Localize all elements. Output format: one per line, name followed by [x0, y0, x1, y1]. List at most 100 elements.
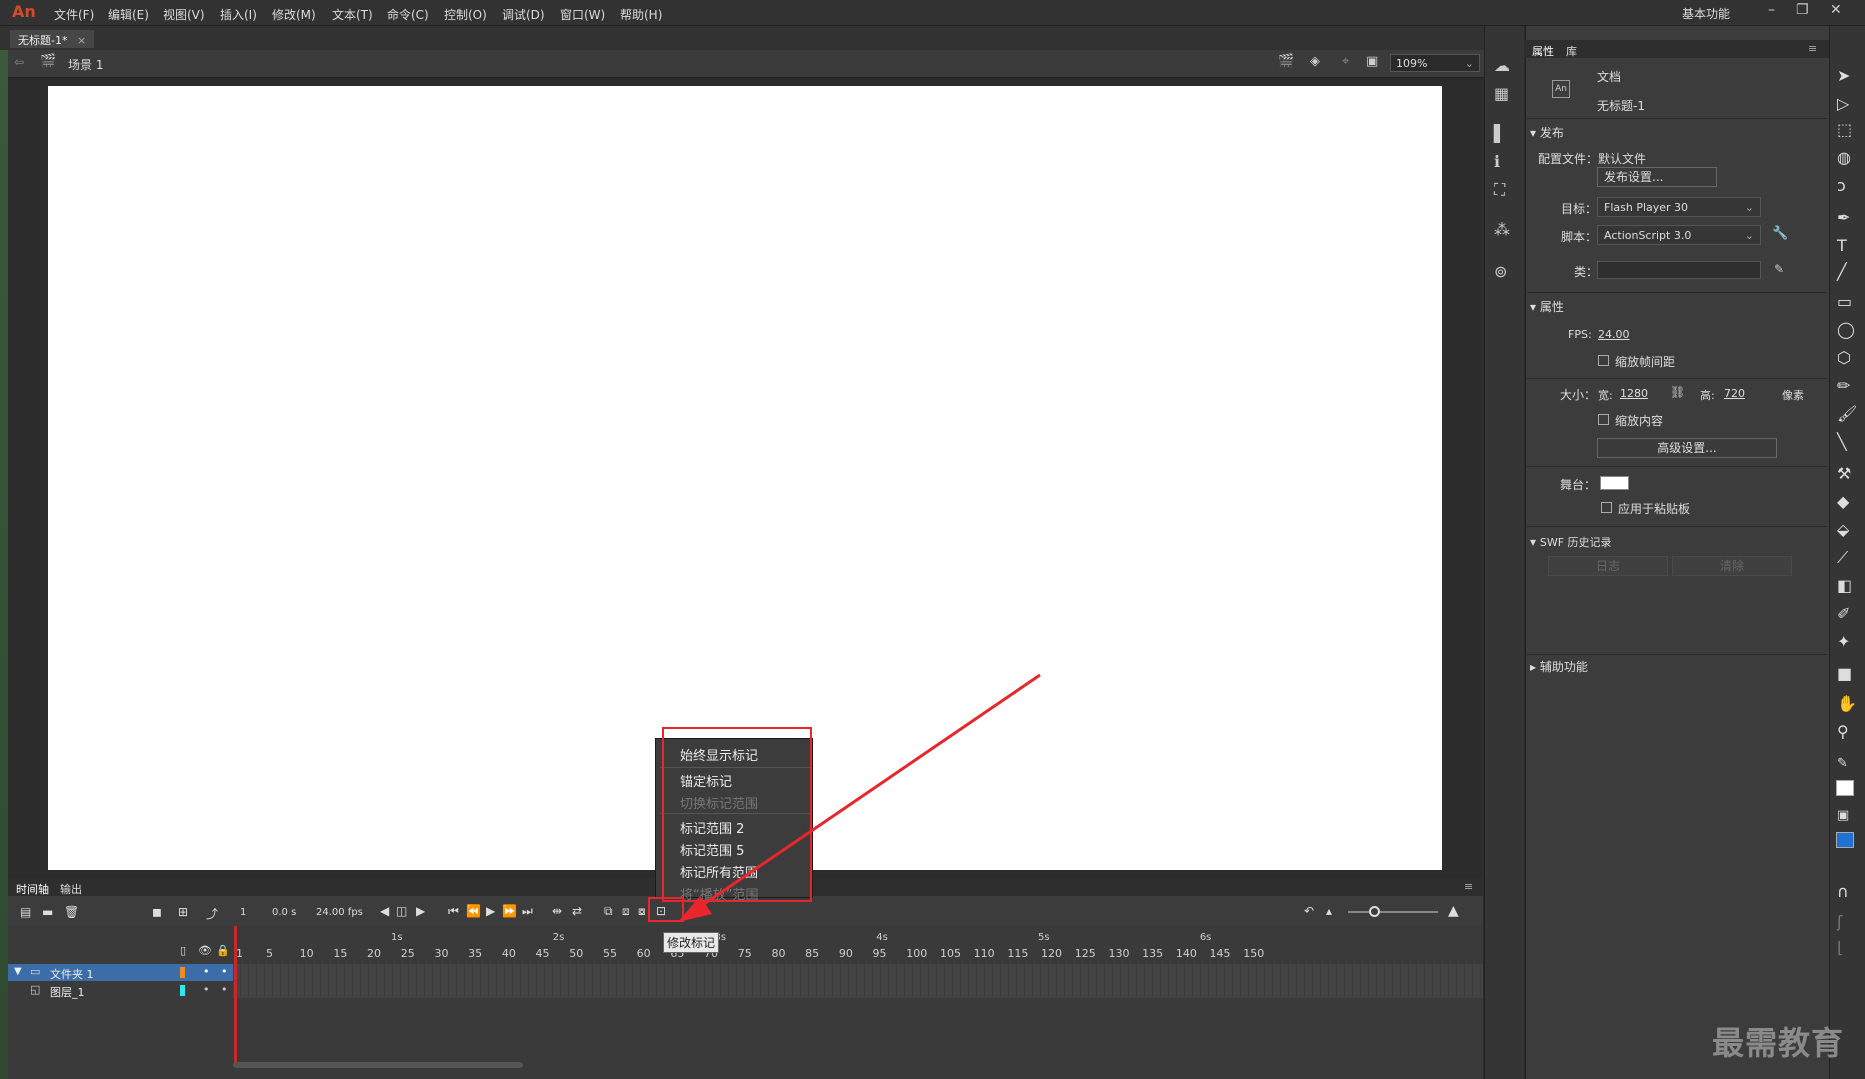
wrench-icon[interactable]: 🔧 — [1772, 226, 1788, 241]
snap-icon[interactable]: ⌖ — [1342, 54, 1349, 69]
close-window-icon[interactable]: ✕ — [1830, 2, 1842, 18]
height-value[interactable]: 720 — [1724, 387, 1745, 400]
last-frame-icon[interactable]: ⏭ — [522, 904, 533, 919]
layer-color-swatch[interactable] — [180, 985, 185, 996]
frame-grid[interactable] — [233, 964, 1483, 998]
free-transform-icon[interactable]: ⬚ — [1837, 120, 1852, 139]
menu-commands[interactable]: 命令(C) — [387, 6, 429, 23]
tab-output[interactable]: 输出 — [60, 881, 82, 897]
lock-column-icon[interactable]: 🔒 — [216, 944, 230, 957]
align-icon[interactable]: ▌ — [1494, 124, 1506, 143]
hand-tool-icon[interactable]: ✋ — [1837, 694, 1857, 713]
layer-color-swatch[interactable] — [180, 967, 185, 978]
menu-edit[interactable]: 编辑(E) — [108, 6, 149, 23]
cc-libraries-icon[interactable]: ⊚ — [1494, 262, 1507, 281]
class-input[interactable] — [1597, 261, 1761, 279]
paint-brush-icon[interactable]: ╲ — [1837, 432, 1847, 451]
tab-library[interactable]: 库 — [1566, 43, 1577, 59]
color-panel-icon[interactable]: ☁ — [1494, 56, 1510, 75]
step-back-icon[interactable]: ⏪ — [466, 904, 481, 918]
camera-tool-icon[interactable]: ■ — [1837, 664, 1852, 683]
outline-column-icon[interactable]: ▯ — [180, 944, 186, 957]
first-frame-icon[interactable]: ⏮ — [448, 904, 459, 919]
camera-icon[interactable]: ◼ — [152, 905, 162, 919]
next-keyframe-icon[interactable]: ▶ — [416, 904, 425, 918]
straighten-icon[interactable]: ⌊ — [1837, 938, 1843, 957]
prev-keyframe-icon[interactable]: ◀ — [380, 904, 389, 918]
text-tool-icon[interactable]: T — [1837, 236, 1847, 255]
elapsed-time[interactable]: 0.0 s — [272, 907, 296, 918]
stroke-color-swatch[interactable] — [1836, 780, 1854, 796]
edit-multiple-icon[interactable]: ⧇ — [638, 904, 646, 919]
current-frame[interactable]: 1 — [240, 907, 246, 918]
width-value[interactable]: 1280 — [1620, 387, 1648, 400]
properties-section-header[interactable]: ▾ 属性 — [1530, 298, 1564, 315]
onion-outline-icon[interactable]: ⧈ — [622, 904, 630, 919]
lock-dot-icon[interactable]: • — [221, 983, 228, 996]
fps-value[interactable]: 24.00 — [1598, 328, 1630, 341]
rectangle-tool-icon[interactable]: ▭ — [1837, 292, 1852, 311]
visibility-dot-icon[interactable]: • — [203, 965, 210, 978]
publish-section-header[interactable]: ▾ 发布 — [1530, 124, 1564, 141]
minimize-icon[interactable]: – — [1768, 2, 1775, 18]
scale-content-checkbox[interactable] — [1598, 414, 1609, 425]
document-tab[interactable]: 无标题-1* × — [10, 30, 95, 48]
graph-icon[interactable]: ⤴ — [206, 905, 218, 922]
selection-tool-icon[interactable]: ➤ — [1837, 66, 1850, 85]
parent-view-icon[interactable]: ⊞ — [178, 905, 188, 919]
panel-menu-icon[interactable]: ≡ — [1464, 880, 1473, 893]
stroke-color-icon[interactable]: ✎ — [1837, 756, 1848, 771]
pen-tool-icon[interactable]: ✒ — [1837, 208, 1850, 227]
layer-folder-1[interactable]: ▼ ▭ 文件夹 1 • • — [8, 964, 233, 981]
polystar-tool-icon[interactable]: ⬡ — [1837, 348, 1851, 367]
zoom-select[interactable]: 109% ⌄ — [1390, 54, 1480, 72]
keyframe-icon[interactable]: ◫ — [396, 904, 407, 918]
frame-zoom-handle[interactable] — [1369, 906, 1380, 917]
menu-help[interactable]: 帮助(H) — [620, 6, 662, 23]
scale-spans-checkbox[interactable] — [1598, 355, 1609, 366]
stage-color-swatch[interactable] — [1600, 476, 1629, 490]
tab-timeline[interactable]: 时间轴 — [16, 881, 49, 897]
back-arrow-icon[interactable]: ⇦ — [14, 55, 24, 69]
link-proportions-icon[interactable]: ⛓ — [1670, 385, 1685, 399]
lasso-tool-icon[interactable]: ↄ — [1837, 176, 1846, 195]
bone-tool-icon[interactable]: ⚒ — [1837, 464, 1851, 483]
fill-color-swatch[interactable] — [1836, 832, 1854, 848]
subselection-tool-icon[interactable]: ▷ — [1837, 94, 1849, 113]
menu-view[interactable]: 视图(V) — [163, 6, 205, 23]
eyedropper-icon[interactable]: ⟋ — [1837, 548, 1848, 568]
zoom-out-icon[interactable]: ▴ — [1326, 904, 1332, 918]
new-layer-icon[interactable]: ▤ — [20, 905, 31, 919]
clip-stage-icon[interactable]: ▣ — [1366, 54, 1378, 69]
panel-menu-icon[interactable]: ≡ — [1808, 42, 1817, 55]
expand-arrow-icon[interactable]: ▼ — [14, 966, 22, 977]
accessibility-section-header[interactable]: ▸ 辅助功能 — [1530, 658, 1588, 675]
smooth-icon[interactable]: ʃ — [1837, 912, 1842, 931]
playhead[interactable] — [234, 926, 237, 1066]
restore-icon[interactable]: ❐ — [1796, 2, 1809, 18]
menu-control[interactable]: 控制(O) — [444, 6, 487, 23]
onion-skin-icon[interactable]: ⧉ — [604, 904, 613, 919]
menu-modify[interactable]: 修改(M) — [272, 6, 316, 23]
timeline-scrollbar[interactable] — [233, 1062, 523, 1068]
menu-file[interactable]: 文件(F) — [54, 6, 94, 23]
loop-icon[interactable]: ⇄ — [572, 904, 582, 918]
edit-scene-icon[interactable]: 🎬 — [1278, 54, 1294, 69]
3d-rotation-icon[interactable]: ◍ — [1837, 148, 1851, 167]
width-tool-icon[interactable]: ✐ — [1837, 604, 1850, 623]
asset-warp-icon[interactable]: ✦ — [1837, 632, 1850, 651]
apply-pasteboard-checkbox[interactable] — [1601, 502, 1612, 513]
components-icon[interactable]: ⁂ — [1494, 220, 1510, 239]
info-icon[interactable]: ℹ — [1494, 152, 1500, 171]
close-tab-icon[interactable]: × — [77, 34, 86, 47]
frame-zoom-slider[interactable] — [1348, 911, 1438, 913]
ink-bottle-icon[interactable]: ⬙ — [1837, 520, 1849, 539]
zoom-tool-icon[interactable]: ⚲ — [1837, 722, 1849, 741]
advanced-settings-button[interactable]: 高级设置... — [1597, 438, 1777, 458]
paint-bucket-icon[interactable]: ◆ — [1837, 492, 1849, 511]
menu-window[interactable]: 窗口(W) — [560, 6, 605, 23]
pencil-icon[interactable]: ✎ — [1774, 262, 1784, 276]
visibility-column-icon[interactable]: 👁 — [198, 944, 212, 957]
play-icon[interactable]: ▶ — [486, 904, 495, 918]
undo-icon[interactable]: ↶ — [1304, 904, 1314, 918]
